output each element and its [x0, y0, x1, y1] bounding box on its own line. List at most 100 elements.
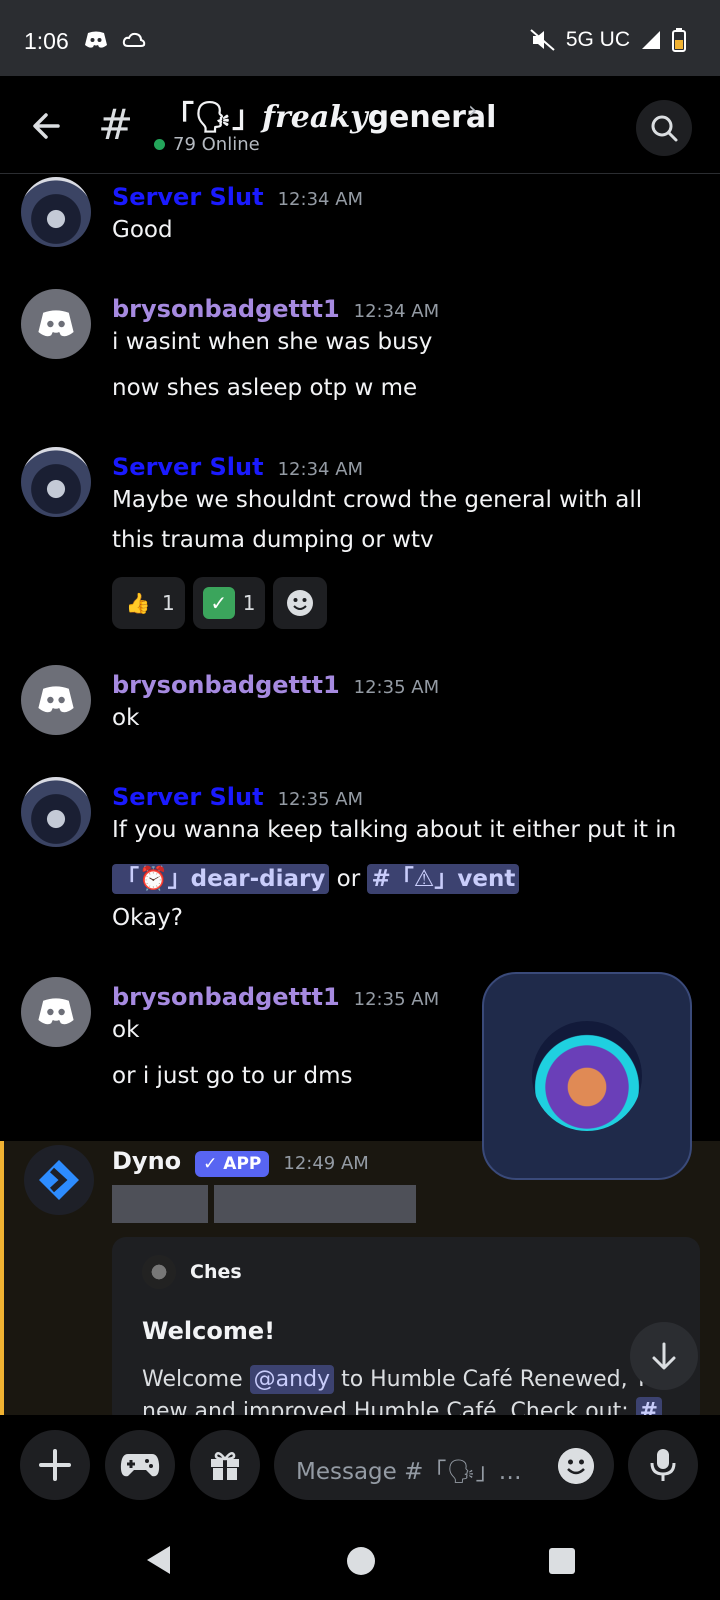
message-text: ok — [112, 705, 140, 731]
jump-to-present-button[interactable] — [630, 1322, 698, 1390]
reactions: 👍 1 ✓ 1 — [112, 577, 328, 629]
author-name[interactable]: Server Slut — [112, 183, 264, 211]
search-icon — [651, 115, 678, 142]
redacted-block — [112, 1185, 208, 1223]
arrow-down-icon — [652, 1342, 676, 1370]
smiley-icon — [287, 590, 314, 616]
gamepad-icon — [120, 1454, 160, 1477]
timestamp: 12:35 AM — [277, 789, 364, 810]
message-text: ok — [112, 1017, 140, 1043]
channel-prefix: 「🗣」 — [164, 100, 263, 135]
author-name[interactable]: Server Slut — [112, 783, 264, 811]
message-text: this trauma dumping or wtv — [112, 527, 434, 553]
status-time: 1:06 — [24, 28, 69, 54]
gift-button[interactable] — [190, 1430, 260, 1500]
microphone-icon — [650, 1449, 676, 1481]
channel-mention-vent[interactable]: #「⚠」vent — [367, 864, 520, 894]
message-text: i wasint when she was busy — [112, 329, 433, 355]
gift-icon — [211, 1451, 239, 1480]
discord-logo-icon — [38, 310, 74, 337]
author-name[interactable]: brysonbadgettt1 — [112, 295, 340, 323]
online-label: 79 Online — [173, 134, 260, 155]
mute-icon — [530, 29, 555, 51]
android-nav-bar — [0, 1520, 720, 1600]
nav-recents-icon[interactable] — [548, 1547, 576, 1575]
message-text: Okay? — [112, 905, 183, 931]
reaction-count: 1 — [242, 591, 256, 615]
welcome-embed: Ches Welcome! Welcome @andy to Humble Ca… — [112, 1237, 700, 1427]
avatar[interactable] — [21, 977, 91, 1047]
channel-title[interactable]: 「🗣」freakygeneral — [164, 92, 496, 136]
message-text: If you wanna keep talking about it eithe… — [112, 817, 677, 843]
chevron-right-icon[interactable]: › — [468, 96, 478, 124]
author-name[interactable]: Server Slut — [112, 453, 264, 481]
channel-mention-dear-diary[interactable]: 「⏰」dear-diary — [112, 864, 330, 894]
author-name[interactable]: Dyno — [112, 1147, 181, 1175]
embed-author: Ches — [142, 1255, 242, 1289]
voice-message-button[interactable] — [628, 1430, 698, 1500]
message-header: Dyno ✓ APP 12:49 AM — [112, 1147, 369, 1177]
online-dot-icon — [154, 139, 165, 150]
embed-title: Welcome! — [142, 1317, 276, 1345]
timestamp: 12:34 AM — [277, 189, 364, 210]
author-name[interactable]: brysonbadgettt1 — [112, 671, 340, 699]
call-avatar — [532, 1021, 642, 1131]
add-attachment-button[interactable] — [20, 1430, 90, 1500]
user-mention[interactable]: @andy — [249, 1365, 335, 1394]
status-bar: 1:06 5G UC — [0, 0, 720, 76]
embed-text-part: to Humble Café Renewed, Th — [341, 1367, 662, 1392]
status-right: 5G UC — [530, 28, 686, 52]
message-header: brysonbadgettt1 12:35 AM — [112, 983, 439, 1011]
avatar[interactable] — [21, 177, 91, 247]
message-header: brysonbadgettt1 12:35 AM — [112, 671, 439, 699]
embed-author-name: Ches — [190, 1261, 242, 1283]
input-bar: Message #「🗣」… — [0, 1415, 720, 1520]
check-mark-icon: ✓ — [202, 587, 235, 619]
reaction-check[interactable]: ✓ 1 — [192, 577, 266, 629]
channel-hash-icon: # — [98, 100, 134, 149]
back-arrow-icon[interactable] — [28, 106, 68, 146]
thumbs-up-icon: 👍 — [125, 591, 151, 615]
network-label: 5G UC — [565, 28, 630, 51]
message-text: Maybe we shouldnt crowd the general with… — [112, 487, 643, 513]
timestamp: 12:34 AM — [353, 301, 440, 322]
channel-links-line: 「⏰」dear-diary or #「⚠」vent — [112, 859, 520, 894]
message-text: Good — [112, 217, 173, 243]
avatar[interactable] — [24, 1145, 94, 1215]
message-header: Server Slut 12:35 AM — [112, 783, 363, 811]
online-count: 79 Online — [154, 134, 260, 155]
timestamp: 12:34 AM — [277, 459, 364, 480]
author-name[interactable]: brysonbadgettt1 — [112, 983, 340, 1011]
channel-header: # 「🗣」freakygeneral › 79 Online — [0, 76, 720, 174]
floating-call-bubble[interactable] — [482, 972, 692, 1180]
nav-back-icon[interactable] — [144, 1544, 174, 1576]
reaction-count: 1 — [162, 591, 175, 615]
timestamp: 12:35 AM — [353, 677, 440, 698]
highlighted-message: Dyno ✓ APP 12:49 AM Ches Welcome! Welcom… — [0, 1141, 720, 1427]
avatar[interactable] — [21, 289, 91, 359]
message-text: or — [336, 866, 361, 892]
nav-home-icon[interactable] — [346, 1546, 376, 1576]
plus-icon — [39, 1449, 71, 1481]
battery-icon — [672, 28, 686, 52]
avatar[interactable] — [21, 447, 91, 517]
embed-text: Welcome @andy to Humble Café Renewed, Th — [142, 1365, 662, 1394]
avatar[interactable] — [21, 665, 91, 735]
reaction-thumbs-up[interactable]: 👍 1 — [112, 577, 185, 629]
activities-button[interactable] — [105, 1430, 175, 1500]
timestamp: 12:35 AM — [353, 989, 440, 1010]
channel-styled-word: freaky — [262, 100, 368, 135]
search-button[interactable] — [636, 100, 692, 156]
add-reaction-button[interactable] — [273, 577, 328, 629]
message-header: Server Slut 12:34 AM — [112, 183, 363, 211]
embed-author-avatar — [142, 1255, 176, 1289]
message-text: or i just go to ur dms — [112, 1063, 353, 1089]
signal-icon — [642, 31, 660, 49]
cloud-sync-icon — [122, 32, 146, 47]
avatar[interactable] — [21, 777, 91, 847]
emoji-picker-icon[interactable] — [558, 1448, 594, 1484]
redacted-block — [214, 1185, 416, 1223]
embed-text-part: Welcome — [142, 1367, 243, 1392]
message-header: brysonbadgettt1 12:34 AM — [112, 295, 439, 323]
message-input[interactable]: Message #「🗣」… — [274, 1430, 614, 1500]
